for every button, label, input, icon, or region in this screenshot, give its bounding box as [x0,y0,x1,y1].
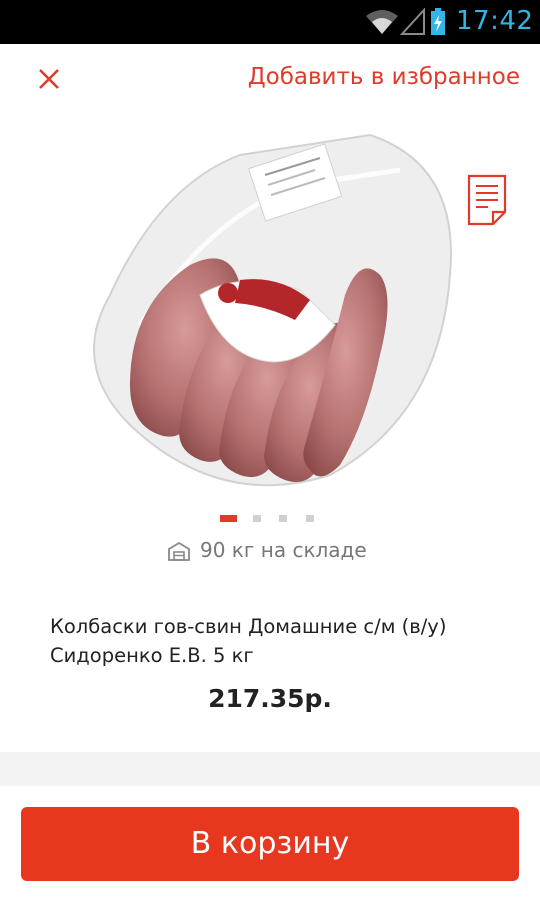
document-icon[interactable] [466,174,508,226]
pager-dot[interactable] [279,515,287,522]
battery-icon [431,8,445,35]
signal-icon [400,8,425,35]
warehouse-icon [168,541,190,561]
status-bar: 17:42 [0,0,540,44]
product-title: Колбаски гов-свин Домашние с/м (в/у) Сид… [50,615,447,667]
top-bar: Добавить в избранное [0,44,540,114]
close-icon[interactable] [34,64,64,94]
pager-dot[interactable] [253,515,261,522]
stock-quantity: 90 кг на складе [200,538,367,562]
add-to-cart-button[interactable]: В корзину [21,807,519,881]
wifi-icon [366,10,398,34]
pager-dot-active[interactable] [220,515,237,522]
add-to-favorites-link[interactable]: Добавить в избранное [248,64,520,90]
clock: 17:42 [456,6,534,36]
product-price: 217.35р. [208,684,332,713]
product-image[interactable] [70,125,470,505]
pager-dot[interactable] [306,515,314,522]
section-divider [0,752,540,786]
